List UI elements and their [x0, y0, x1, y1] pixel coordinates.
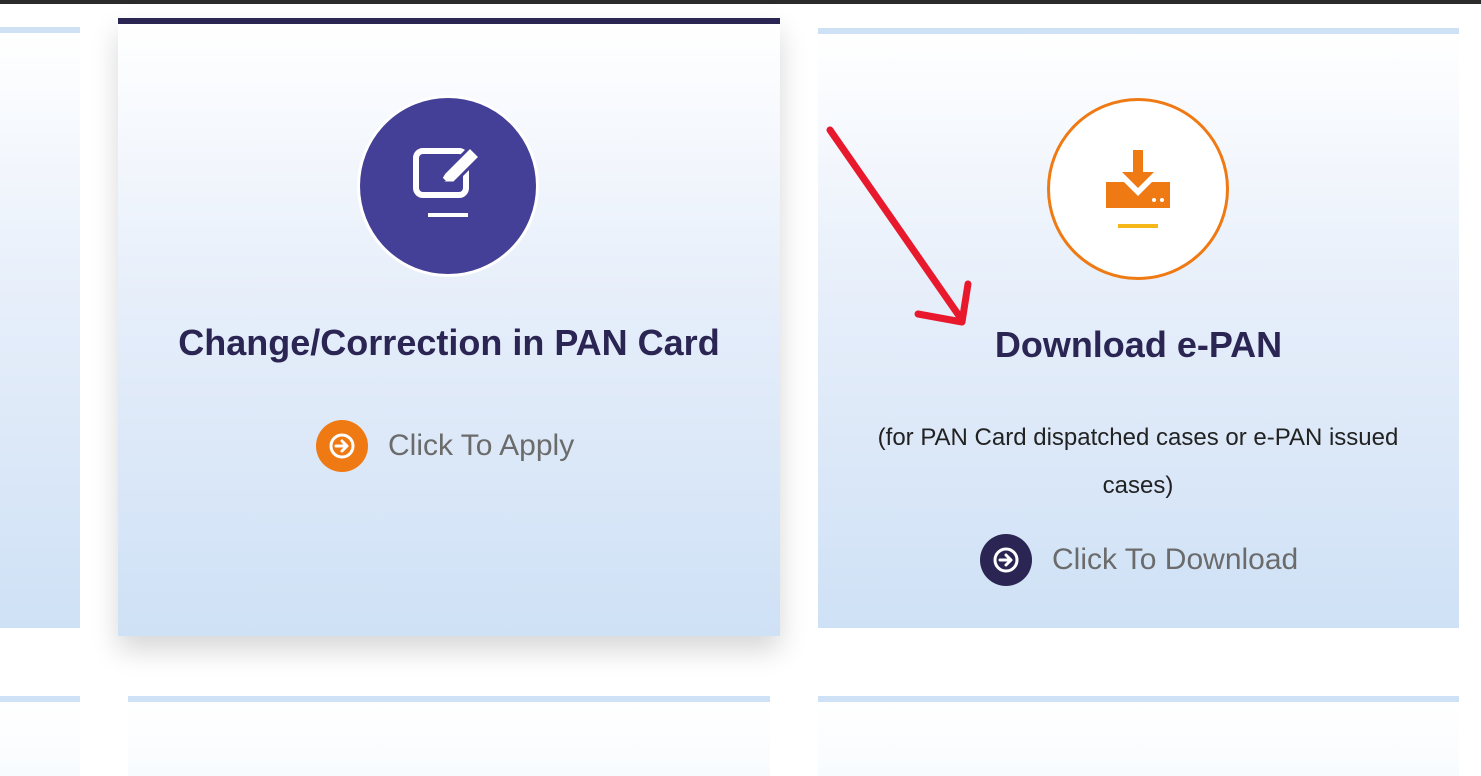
top-bar: [0, 0, 1481, 4]
download-icon-circle: [1047, 98, 1229, 280]
card-title: Change/Correction in PAN Card: [178, 322, 720, 363]
edit-icon: [413, 145, 482, 217]
edit-icon-circle: [357, 95, 539, 277]
arrow-circle-icon[interactable]: [316, 420, 368, 472]
click-to-apply-link[interactable]: Click To Apply: [316, 420, 574, 472]
card-bottom-left[interactable]: [0, 696, 80, 776]
card-bottom-middle[interactable]: [128, 696, 770, 776]
card-partial-left[interactable]: n: [0, 27, 80, 628]
card-description: (for PAN Card dispatched cases or e-PAN …: [877, 424, 1399, 499]
click-to-apply-label[interactable]: Click To Apply: [388, 429, 574, 463]
red-arrow-icon: [826, 126, 972, 326]
click-to-download-link[interactable]: Click To Download: [980, 534, 1298, 586]
arrow-circle-icon[interactable]: [980, 534, 1032, 586]
click-to-download-label[interactable]: Click To Download: [1052, 543, 1298, 577]
card-change-correction[interactable]: Change/Correction in PAN Card Click To A…: [118, 18, 780, 636]
card-bottom-right[interactable]: [818, 696, 1459, 776]
download-icon: [1106, 150, 1170, 228]
